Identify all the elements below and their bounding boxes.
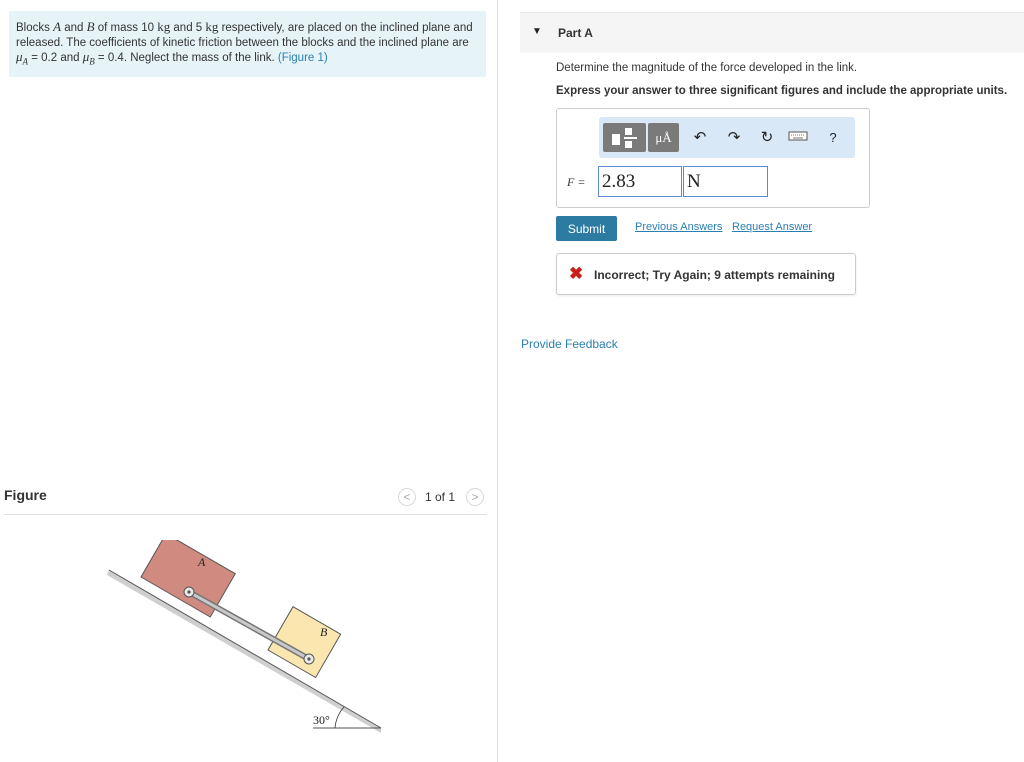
label-a: A bbox=[197, 555, 206, 569]
pin-a-center bbox=[187, 590, 191, 594]
math-toolbar: μÅ ↶ ↷ ↻ ? bbox=[599, 117, 855, 158]
feedback-box: ✖ Incorrect; Try Again; 9 attempts remai… bbox=[556, 253, 856, 295]
request-answer-link[interactable]: Request Answer bbox=[732, 221, 812, 233]
figure-heading: Figure bbox=[4, 487, 47, 503]
problem-text: and bbox=[61, 22, 87, 34]
figure-link[interactable]: (Figure 1) bbox=[278, 52, 328, 64]
problem-statement: Blocks A and B of mass 10 kg and 5 kg re… bbox=[9, 11, 486, 77]
help-icon[interactable]: ? bbox=[823, 128, 843, 148]
submit-button[interactable]: Submit bbox=[556, 216, 617, 241]
answer-box: μÅ ↶ ↷ ↻ ? F = bbox=[556, 108, 870, 208]
block-b-symbol: B bbox=[86, 19, 95, 34]
pager-prev-button[interactable]: < bbox=[398, 488, 416, 506]
mass-unit: kg bbox=[205, 19, 219, 34]
figure-pager: < 1 of 1 > bbox=[398, 488, 488, 508]
mu-b-value: = 0.4. Neglect the mass of the link. bbox=[94, 52, 278, 64]
reset-icon[interactable]: ↻ bbox=[757, 128, 777, 148]
incline-shadow bbox=[107, 570, 381, 733]
part-title: Part A bbox=[558, 26, 593, 40]
figure-divider bbox=[4, 514, 487, 515]
question-text: Determine the magnitude of the force dev… bbox=[556, 62, 858, 74]
unit-input[interactable] bbox=[683, 166, 768, 197]
pager-next-button[interactable]: > bbox=[466, 488, 484, 506]
block-a bbox=[140, 540, 236, 618]
angle-label: 30° bbox=[313, 713, 330, 727]
problem-text: Blocks bbox=[16, 22, 54, 34]
instruction-text: Express your answer to three significant… bbox=[556, 85, 1008, 97]
feedback-message: Incorrect; Try Again; 9 attempts remaini… bbox=[594, 268, 835, 282]
problem-pane: Blocks A and B of mass 10 kg and 5 kg re… bbox=[0, 0, 497, 762]
label-b: B bbox=[320, 625, 328, 639]
problem-text: of mass 10 bbox=[94, 22, 158, 34]
answer-pane: ▼ Part A Determine the magnitude of the … bbox=[498, 0, 1024, 762]
undo-icon[interactable]: ↶ bbox=[690, 128, 710, 148]
incline-surface bbox=[108, 569, 382, 729]
block-a-symbol: A bbox=[53, 19, 62, 34]
previous-answers-link[interactable]: Previous Answers bbox=[635, 221, 722, 233]
value-input[interactable] bbox=[598, 166, 682, 197]
templates-icon[interactable] bbox=[603, 123, 646, 152]
incorrect-x-icon: ✖ bbox=[569, 264, 584, 283]
pager-count: 1 of 1 bbox=[425, 490, 456, 504]
redo-icon[interactable]: ↷ bbox=[724, 128, 744, 148]
keyboard-icon[interactable] bbox=[788, 129, 808, 149]
collapse-caret-icon[interactable]: ▼ bbox=[532, 26, 542, 37]
part-a-header[interactable]: ▼ Part A bbox=[520, 12, 1024, 53]
variable-label: F = bbox=[567, 175, 586, 189]
mu-a-value: = 0.2 and bbox=[28, 52, 83, 64]
provide-feedback-link[interactable]: Provide Feedback bbox=[521, 337, 618, 351]
incline-figure: A B 30° bbox=[107, 540, 382, 733]
pin-b-center bbox=[307, 657, 311, 661]
problem-text: and 5 bbox=[170, 22, 206, 34]
mass-unit: kg bbox=[157, 19, 171, 34]
units-button[interactable]: μÅ bbox=[648, 123, 679, 152]
